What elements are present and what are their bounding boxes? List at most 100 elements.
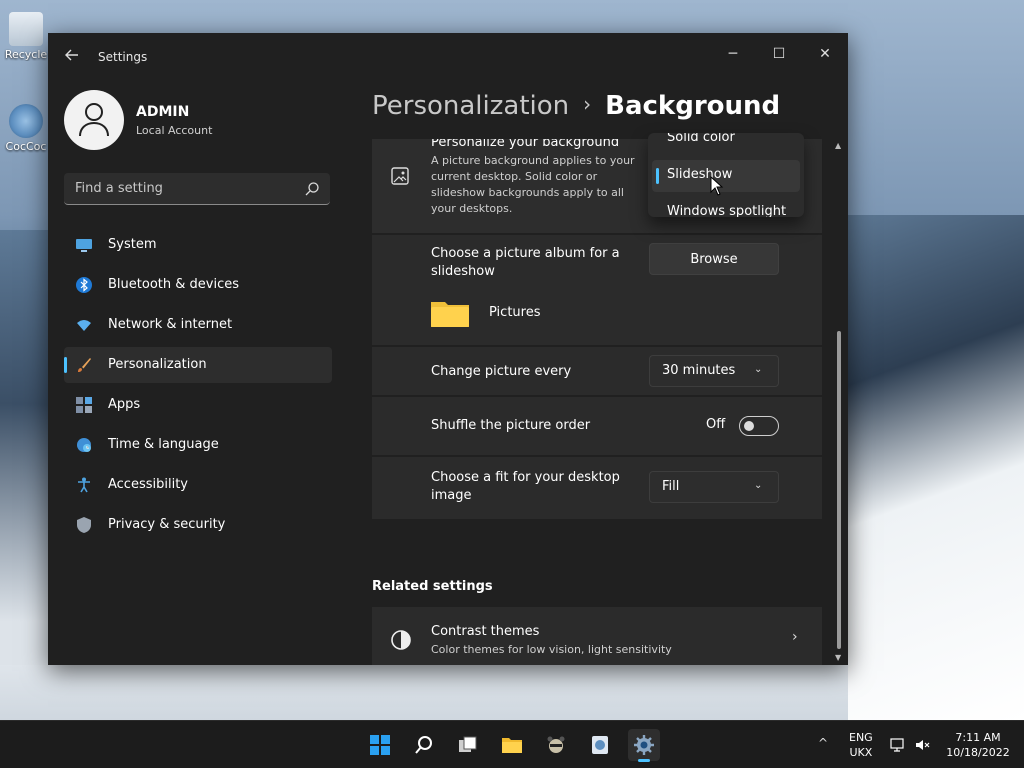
sidebar-item-time-language[interactable]: Time & language: [64, 427, 332, 463]
contrast-title: Contrast themes: [431, 624, 540, 639]
search-box[interactable]: [64, 173, 330, 205]
change-picture-dropdown[interactable]: 30 minutes ⌄: [649, 355, 779, 387]
network-icon[interactable]: [890, 737, 906, 753]
sidebar-item-network[interactable]: Network & internet: [64, 307, 332, 343]
dropdown-option-windows-spotlight[interactable]: Windows spotlight: [652, 197, 800, 217]
globe-clock-icon: [77, 438, 91, 452]
settings-taskbar-button[interactable]: [628, 729, 660, 762]
related-settings-heading: Related settings: [372, 579, 493, 594]
breadcrumb: Personalization › Background: [372, 91, 780, 121]
sidebar-item-label: Network & internet: [108, 317, 233, 332]
option-label: Solid color: [667, 133, 735, 145]
paintbrush-icon: [78, 358, 91, 372]
sidebar-item-label: Bluetooth & devices: [108, 277, 239, 292]
sidebar-item-apps[interactable]: Apps: [64, 387, 332, 423]
close-button[interactable]: ✕: [802, 39, 848, 69]
chevron-down-icon: ⌄: [754, 480, 763, 491]
gear-icon: [634, 735, 654, 755]
taskbar: ^ ENG UKX 7:11 AM 10/18/2022: [0, 720, 1024, 768]
card-description: A picture background applies to your cur…: [431, 154, 635, 215]
account-type: Local Account: [136, 124, 213, 137]
toggle-state-label: Off: [706, 417, 726, 432]
scroll-down-icon[interactable]: ▼: [835, 653, 841, 662]
desktop-icon-label: Recycle: [4, 48, 48, 61]
search-icon[interactable]: [304, 181, 320, 197]
sidebar-item-accessibility[interactable]: Accessibility: [64, 467, 332, 503]
coccoc-taskbar-button[interactable]: [584, 729, 616, 761]
clock[interactable]: 7:11 AM 10/18/2022: [942, 730, 1014, 760]
shuffle-row: Shuffle the picture order Off: [372, 397, 822, 455]
dropdown-option-solid-color[interactable]: Solid color: [652, 133, 800, 155]
shuffle-label: Shuffle the picture order: [431, 418, 591, 433]
title-bar[interactable]: Settings ─ ☐ ✕: [48, 33, 848, 81]
scroll-up-icon[interactable]: ▲: [835, 141, 841, 150]
start-button[interactable]: [364, 729, 396, 761]
sidebar-item-label: Accessibility: [108, 477, 188, 492]
background-type-dropdown-menu: Solid color Slideshow Windows spotlight: [648, 133, 804, 217]
minimize-button[interactable]: ─: [710, 39, 756, 69]
toggle-knob: [744, 421, 754, 431]
sidebar-item-system[interactable]: System: [64, 227, 332, 263]
sidebar-nav: System Bluetooth & devices Network & int…: [64, 227, 332, 547]
user-icon: [79, 103, 109, 137]
search-input[interactable]: [64, 173, 294, 203]
breadcrumb-parent[interactable]: Personalization: [372, 91, 569, 121]
wifi-icon: [77, 320, 91, 331]
taskbar-search-button[interactable]: [408, 729, 440, 761]
folder-name[interactable]: Pictures: [489, 305, 540, 320]
coccoc-browser-icon: [9, 104, 43, 138]
settings-window: Settings ─ ☐ ✕ ADMIN Local Account Syste…: [48, 33, 848, 665]
folder-icon: [502, 738, 522, 753]
dropdown-option-slideshow[interactable]: Slideshow: [652, 160, 800, 192]
user-name: ADMIN: [136, 104, 190, 120]
chevron-right-icon: ›: [792, 629, 798, 645]
volume-muted-icon[interactable]: [915, 737, 931, 753]
maximize-button[interactable]: ☐: [756, 39, 802, 69]
desktop-icon-coccoc[interactable]: CocCoc: [4, 104, 48, 153]
card-title: Personalize your background: [431, 139, 620, 150]
page-title: Background: [605, 91, 781, 121]
shuffle-toggle[interactable]: [739, 416, 779, 436]
fit-dropdown[interactable]: Fill ⌄: [649, 471, 779, 503]
sidebar-item-bluetooth[interactable]: Bluetooth & devices: [64, 267, 332, 303]
windows-logo-icon: [370, 735, 390, 755]
monitor-icon: [76, 239, 92, 252]
raccoon-app-button[interactable]: [540, 729, 572, 761]
sidebar-item-label: Privacy & security: [108, 517, 226, 532]
recycle-bin-icon: [9, 12, 43, 46]
clock-date: 10/18/2022: [946, 746, 1010, 759]
clock-time: 7:11 AM: [955, 731, 1001, 744]
sidebar-item-label: Apps: [108, 397, 141, 412]
coccoc-browser-icon: [592, 736, 608, 754]
desktop-icon-recycle-bin[interactable]: Recycle: [4, 12, 48, 61]
accessibility-icon: [78, 477, 90, 493]
sidebar-item-label: Personalization: [108, 357, 207, 372]
sidebar-item-personalization[interactable]: Personalization: [64, 347, 332, 383]
browse-button[interactable]: Browse: [649, 243, 779, 275]
sidebar-item-label: Time & language: [108, 437, 219, 452]
folder-icon[interactable]: [431, 299, 469, 327]
contrast-icon: [391, 630, 411, 650]
file-explorer-button[interactable]: [496, 729, 528, 761]
mouse-cursor-icon: [710, 176, 724, 196]
tray-chevron-up-icon[interactable]: ^: [818, 736, 828, 750]
scrollbar[interactable]: ▲ ▼: [835, 141, 843, 663]
task-view-button[interactable]: [452, 729, 484, 761]
scroll-thumb[interactable]: [837, 331, 841, 649]
avatar[interactable]: [64, 90, 124, 150]
change-picture-row: Change picture every 30 minutes ⌄: [372, 347, 822, 395]
fit-row: Choose a fit for your desktop image Fill…: [372, 457, 822, 519]
contrast-themes-link[interactable]: Contrast themes Color themes for low vis…: [372, 607, 822, 665]
search-icon: [415, 736, 432, 754]
album-label: Choose a picture album for a slideshow: [431, 246, 620, 279]
raccoon-icon: [547, 736, 565, 753]
sidebar-item-privacy[interactable]: Privacy & security: [64, 507, 332, 543]
input-language[interactable]: ENG UKX: [849, 730, 873, 760]
chevron-down-icon: ⌄: [754, 364, 763, 375]
desktop-wallpaper-bottom: [0, 665, 848, 720]
back-button[interactable]: [62, 47, 82, 67]
picture-album-row: Choose a picture album for a slideshow B…: [372, 235, 822, 345]
dropdown-value: 30 minutes: [662, 363, 736, 378]
contrast-description: Color themes for low vision, light sensi…: [431, 643, 672, 656]
breadcrumb-separator: ›: [583, 92, 592, 116]
